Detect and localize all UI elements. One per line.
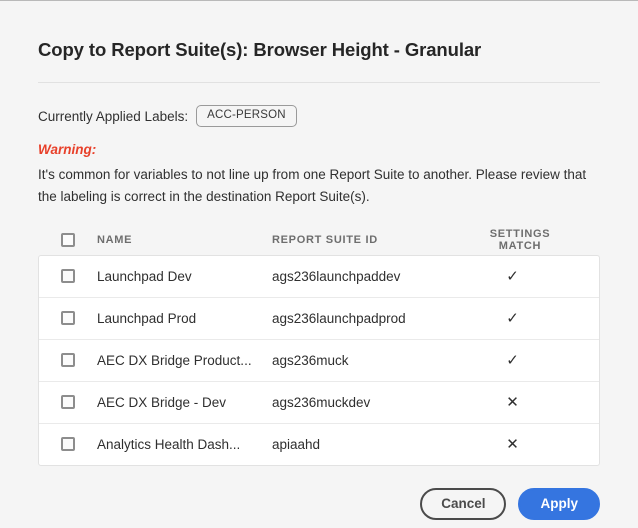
dialog-footer: Cancel Apply — [38, 488, 600, 520]
label-chip-acc-person[interactable]: ACC-PERSON — [196, 105, 297, 128]
row-checkbox[interactable] — [61, 437, 75, 451]
applied-labels-caption: Currently Applied Labels: — [38, 109, 188, 124]
row-checkbox[interactable] — [61, 353, 75, 367]
row-select-cell — [39, 353, 97, 367]
select-all-cell — [39, 233, 97, 247]
row-report-suite-id: ags236muckdev — [272, 395, 468, 410]
row-settings-match-icon: ✓ — [468, 351, 599, 369]
row-name: Launchpad Prod — [97, 311, 272, 326]
row-name: Launchpad Dev — [97, 269, 272, 284]
row-checkbox[interactable] — [61, 311, 75, 325]
cancel-button[interactable]: Cancel — [420, 488, 506, 520]
applied-labels-row: Currently Applied Labels: ACC-PERSON — [38, 104, 600, 128]
row-select-cell — [39, 311, 97, 325]
row-report-suite-id: ags236launchpaddev — [272, 269, 468, 284]
row-name: Analytics Health Dash... — [97, 437, 272, 452]
row-name: AEC DX Bridge - Dev — [97, 395, 272, 410]
row-select-cell — [39, 269, 97, 283]
row-report-suite-id: ags236muck — [272, 353, 468, 368]
row-report-suite-id: apiaahd — [272, 437, 468, 452]
copy-to-report-suites-dialog: Copy to Report Suite(s): Browser Height … — [0, 0, 638, 528]
row-settings-match-icon: ✕ — [468, 393, 599, 411]
table-row[interactable]: AEC DX Bridge - Dev ags236muckdev ✕ — [39, 382, 599, 424]
warning-heading: Warning: — [38, 142, 600, 157]
row-settings-match-icon: ✓ — [468, 309, 599, 327]
row-settings-match-icon: ✕ — [468, 435, 599, 453]
warning-body: It's common for variables to not line up… — [38, 164, 600, 208]
column-header-name[interactable]: NAME — [97, 234, 272, 246]
title-divider — [38, 82, 600, 83]
row-select-cell — [39, 395, 97, 409]
column-header-report-suite-id[interactable]: REPORT SUITE ID — [272, 234, 468, 246]
table-row[interactable]: Launchpad Prod ags236launchpadprod ✓ — [39, 298, 599, 340]
row-name: AEC DX Bridge Product... — [97, 353, 272, 368]
row-checkbox[interactable] — [61, 395, 75, 409]
report-suite-table: NAME REPORT SUITE ID SETTINGS MATCH Laun… — [38, 225, 600, 466]
table-header-row: NAME REPORT SUITE ID SETTINGS MATCH — [38, 225, 600, 255]
table-row[interactable]: AEC DX Bridge Product... ags236muck ✓ — [39, 340, 599, 382]
table-row[interactable]: Analytics Health Dash... apiaahd ✕ — [39, 424, 599, 465]
column-header-settings-match[interactable]: SETTINGS MATCH — [468, 228, 600, 252]
apply-button[interactable]: Apply — [518, 488, 600, 520]
table-body: Launchpad Dev ags236launchpaddev ✓ Launc… — [38, 255, 600, 466]
row-checkbox[interactable] — [61, 269, 75, 283]
row-report-suite-id: ags236launchpadprod — [272, 311, 468, 326]
row-select-cell — [39, 437, 97, 451]
select-all-checkbox[interactable] — [61, 233, 75, 247]
table-row[interactable]: Launchpad Dev ags236launchpaddev ✓ — [39, 256, 599, 298]
page-title: Copy to Report Suite(s): Browser Height … — [38, 1, 600, 61]
row-settings-match-icon: ✓ — [468, 267, 599, 285]
